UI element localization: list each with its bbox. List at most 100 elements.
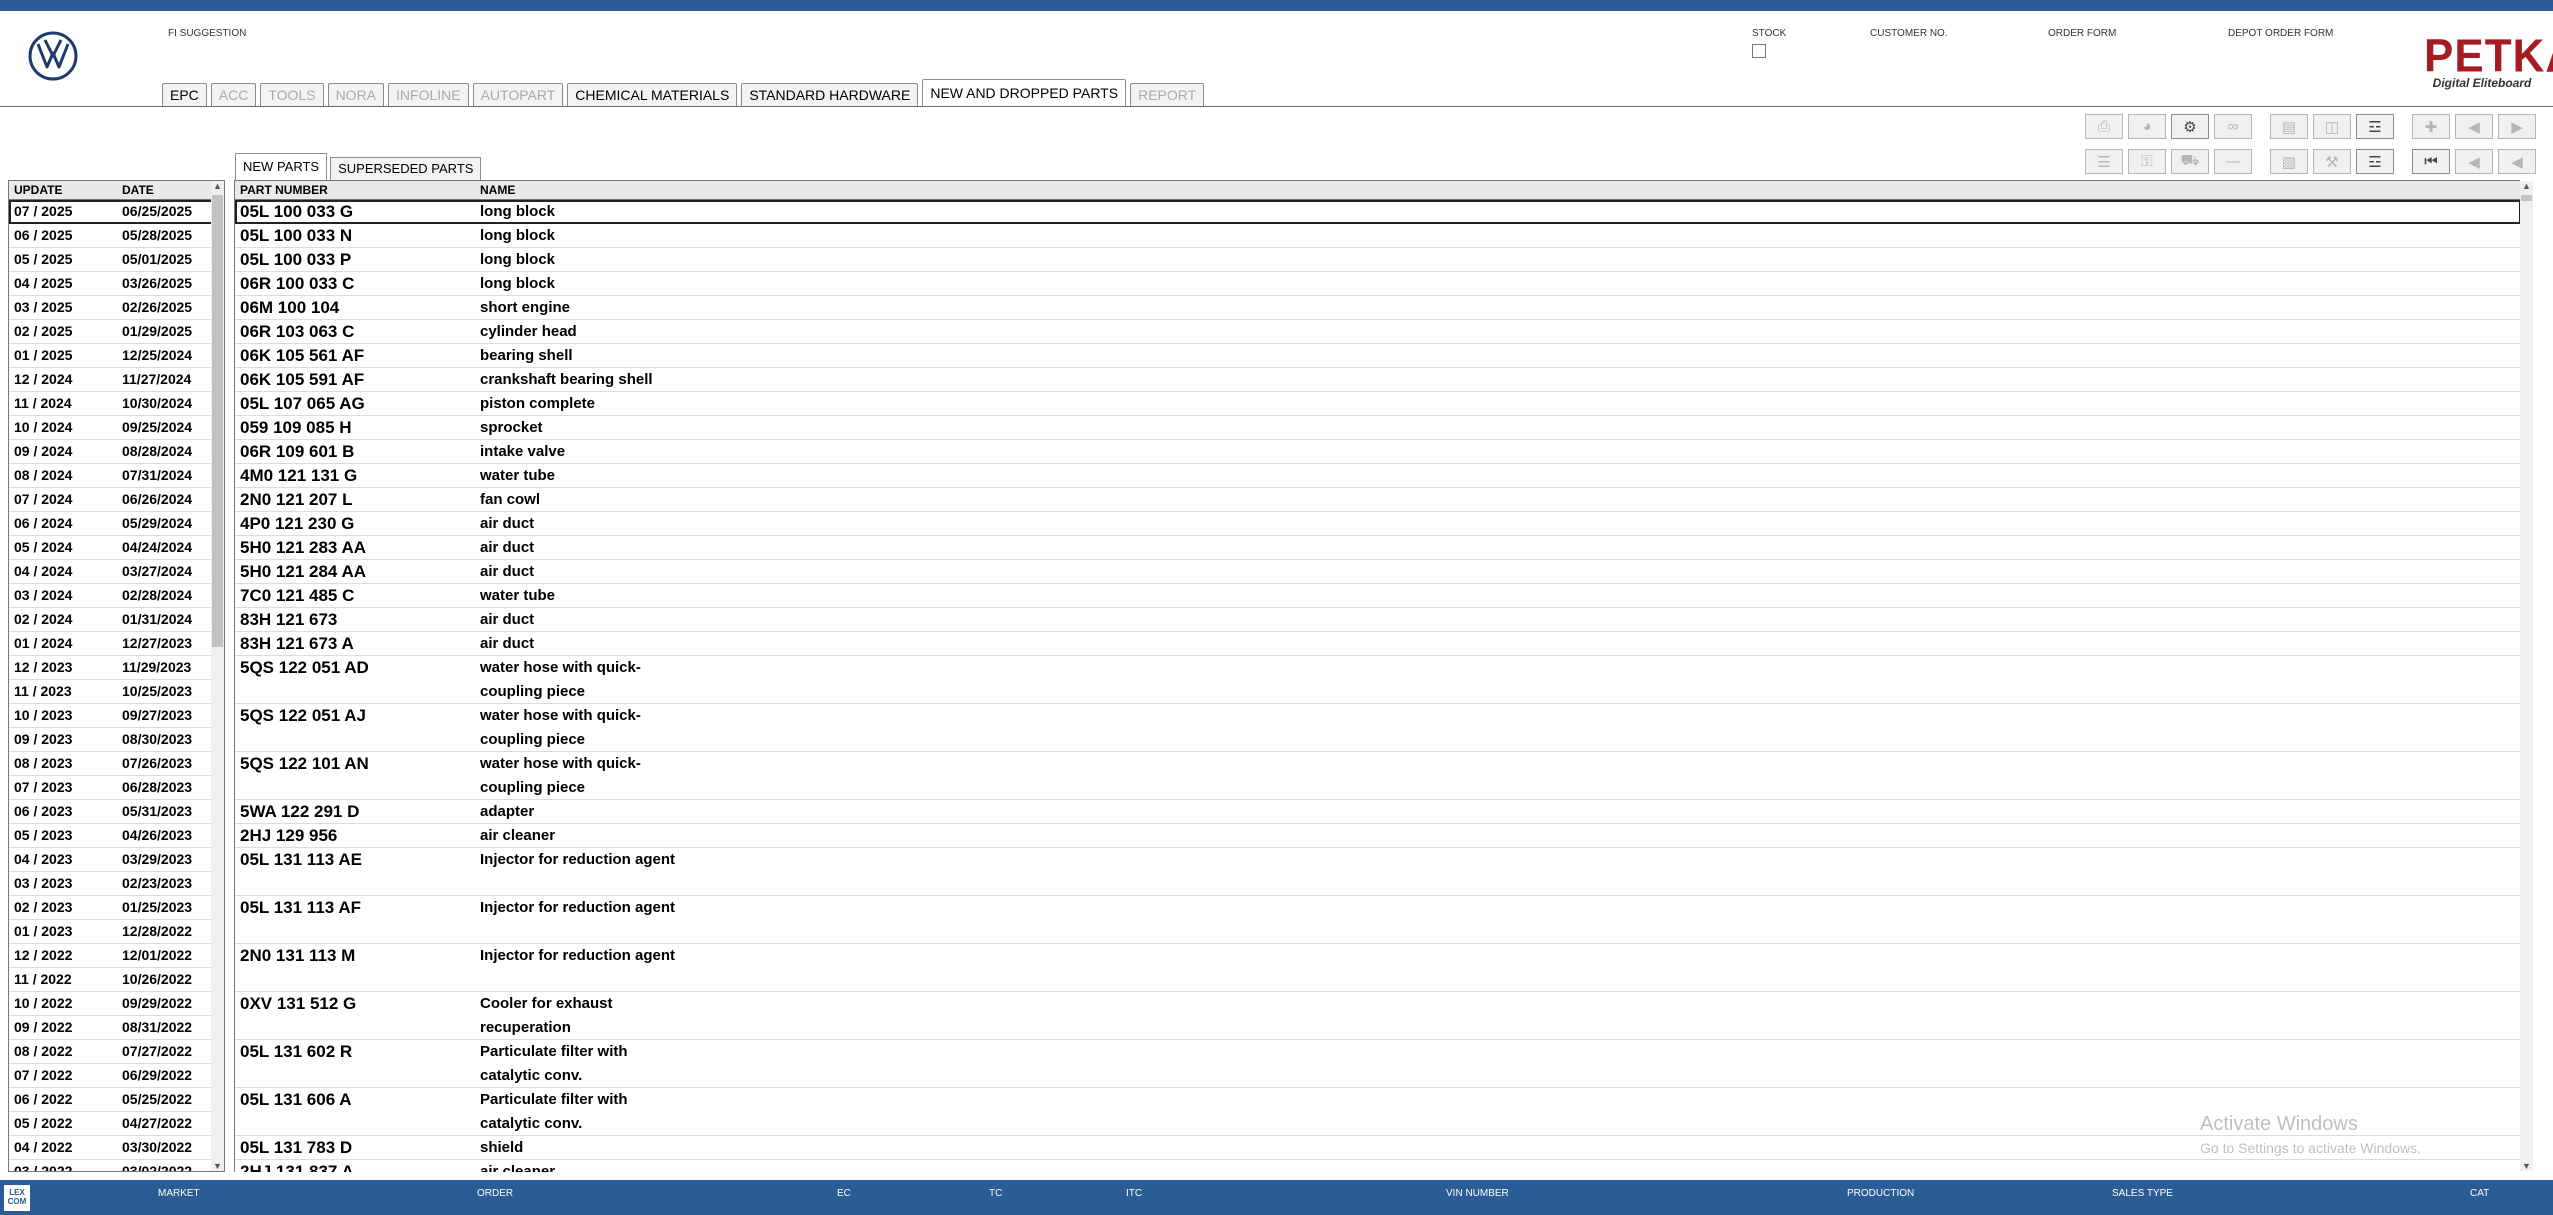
part-row[interactable]: 05L 100 033 P long block <box>235 248 2520 272</box>
previous-icon[interactable]: ◀ <box>2498 149 2536 174</box>
update-row[interactable]: 03 / 2024 02/28/2024 <box>9 584 224 608</box>
part-row[interactable]: 05L 131 113 AF Injector for reduction age… <box>235 896 2520 944</box>
part-row[interactable]: 5H0 121 284 AA air duct <box>235 560 2520 584</box>
part-row[interactable]: 2N0 131 113 M Injector for reduction agen… <box>235 944 2520 992</box>
cart-icon[interactable]: ☲ <box>2356 114 2394 139</box>
update-row[interactable]: 04 / 2023 03/29/2023 <box>9 848 224 872</box>
part-row[interactable]: 2N0 121 207 L fan cowl <box>235 488 2520 512</box>
tab-standard-hardware[interactable]: STANDARD HARDWARE <box>741 83 919 107</box>
tab-new-and-dropped-parts[interactable]: NEW AND DROPPED PARTS <box>922 79 1127 107</box>
helmet-icon[interactable]: ◕ <box>2128 114 2166 139</box>
part-row[interactable]: 83H 121 673 air duct <box>235 608 2520 632</box>
print-icon[interactable]: ⎙ <box>2085 114 2123 139</box>
cart-add-icon[interactable]: ☲ <box>2356 149 2394 174</box>
order-form-label[interactable]: ORDER FORM <box>2048 28 2116 39</box>
update-row[interactable]: 06 / 2025 05/28/2025 <box>9 224 224 248</box>
update-row[interactable]: 12 / 2023 11/29/2023 <box>9 656 224 680</box>
part-row[interactable]: 4P0 121 230 G air duct <box>235 512 2520 536</box>
car-tool-icon[interactable]: ⚙ <box>2171 114 2209 139</box>
update-row[interactable]: 11 / 2024 10/30/2024 <box>9 392 224 416</box>
parts-table-scroll-thumb[interactable] <box>2521 195 2532 201</box>
reader-icon[interactable]: ▧ <box>2270 149 2308 174</box>
tab-epc[interactable]: EPC <box>162 83 207 107</box>
fi-suggestion-label[interactable]: FI SUGGESTION <box>168 28 246 39</box>
glasses-icon[interactable]: ∞ <box>2214 114 2252 139</box>
car-icon[interactable]: ⛟ <box>2171 149 2209 174</box>
update-row[interactable]: 10 / 2022 09/29/2022 <box>9 992 224 1016</box>
update-row[interactable]: 02 / 2023 01/25/2023 <box>9 896 224 920</box>
update-row[interactable]: 03 / 2022 03/02/2022 <box>9 1160 224 1171</box>
part-row[interactable]: 059 109 085 H sprocket <box>235 416 2520 440</box>
part-row[interactable]: 05L 107 065 AG piston complete <box>235 392 2520 416</box>
part-row[interactable]: 5QS 122 051 AJ water hose with quick-coup… <box>235 704 2520 752</box>
update-row[interactable]: 05 / 2023 04/26/2023 <box>9 824 224 848</box>
tab-nora[interactable]: NORA <box>327 83 385 107</box>
part-row[interactable]: 83H 121 673 A air duct <box>235 632 2520 656</box>
update-row[interactable]: 08 / 2024 07/31/2024 <box>9 464 224 488</box>
scroll-up-icon[interactable]: ▲ <box>211 181 224 191</box>
date-column-header[interactable]: DATE <box>117 181 212 199</box>
part-row[interactable]: 06R 103 063 C cylinder head <box>235 320 2520 344</box>
pin-icon[interactable]: ✚ <box>2412 114 2450 139</box>
part-number-column-header[interactable]: PART NUMBER <box>235 181 475 199</box>
minus-icon[interactable]: — <box>2214 149 2252 174</box>
update-row[interactable]: 06 / 2024 05/29/2024 <box>9 512 224 536</box>
update-row[interactable]: 07 / 2023 06/28/2023 <box>9 776 224 800</box>
update-row[interactable]: 08 / 2022 07/27/2022 <box>9 1040 224 1064</box>
update-row[interactable]: 08 / 2023 07/26/2023 <box>9 752 224 776</box>
update-row[interactable]: 02 / 2025 01/29/2025 <box>9 320 224 344</box>
tab-chemical-materials[interactable]: CHEMICAL MATERIALS <box>567 83 738 107</box>
update-row[interactable]: 02 / 2024 01/31/2024 <box>9 608 224 632</box>
scroll-up-icon[interactable]: ▲ <box>2520 181 2533 191</box>
update-row[interactable]: 04 / 2024 03/27/2024 <box>9 560 224 584</box>
tab-acc[interactable]: ACC <box>210 83 257 107</box>
first-page-icon[interactable]: ⏮ <box>2412 149 2450 174</box>
update-row[interactable]: 06 / 2022 05/25/2022 <box>9 1088 224 1112</box>
tab-tools[interactable]: TOOLS <box>260 83 324 107</box>
part-row[interactable]: 06R 109 601 B intake valve <box>235 440 2520 464</box>
part-row[interactable]: 05L 131 783 D shield <box>235 1136 2520 1160</box>
update-row[interactable]: 09 / 2023 08/30/2023 <box>9 728 224 752</box>
scroll-down-icon[interactable]: ▼ <box>2520 1161 2533 1171</box>
key-icon[interactable]: ⚿ <box>2128 149 2166 174</box>
tab-autopart[interactable]: AUTOPART <box>472 83 564 107</box>
part-row[interactable]: 5WA 122 291 D adapter <box>235 800 2520 824</box>
list-icon[interactable]: ☰ <box>2085 149 2123 174</box>
update-row[interactable]: 01 / 2025 12/25/2024 <box>9 344 224 368</box>
update-row[interactable]: 06 / 2023 05/31/2023 <box>9 800 224 824</box>
previous-page-icon[interactable]: ◀ <box>2455 149 2493 174</box>
tab-report[interactable]: REPORT <box>1130 83 1205 107</box>
update-row[interactable]: 10 / 2024 09/25/2024 <box>9 416 224 440</box>
update-row[interactable]: 05 / 2025 05/01/2025 <box>9 248 224 272</box>
document-copy-icon[interactable]: ◫ <box>2313 114 2351 139</box>
tab-superseded-parts[interactable]: SUPERSEDED PARTS <box>330 157 482 180</box>
arrow-left-icon[interactable]: ◀ <box>2455 114 2493 139</box>
part-row[interactable]: 05L 131 113 AE Injector for reduction age… <box>235 848 2520 896</box>
depot-order-form-label[interactable]: DEPOT ORDER FORM <box>2228 28 2333 39</box>
part-row[interactable]: 2HJ 129 956 air cleaner <box>235 824 2520 848</box>
update-row[interactable]: 04 / 2022 03/30/2022 <box>9 1136 224 1160</box>
update-row[interactable]: 03 / 2023 02/23/2023 <box>9 872 224 896</box>
tab-new-parts[interactable]: NEW PARTS <box>235 153 328 180</box>
update-row[interactable]: 07 / 2025 06/25/2025 <box>9 200 224 224</box>
update-row[interactable]: 09 / 2022 08/31/2022 <box>9 1016 224 1040</box>
update-row[interactable]: 05 / 2022 04/27/2022 <box>9 1112 224 1136</box>
update-row[interactable]: 12 / 2024 11/27/2024 <box>9 368 224 392</box>
wrench-doc-icon[interactable]: ⚒ <box>2313 149 2351 174</box>
update-row[interactable]: 07 / 2022 06/29/2022 <box>9 1064 224 1088</box>
update-row[interactable]: 01 / 2023 12/28/2022 <box>9 920 224 944</box>
part-row[interactable]: 05L 100 033 G long block <box>235 200 2520 224</box>
update-row[interactable]: 11 / 2023 10/25/2023 <box>9 680 224 704</box>
arrow-right-icon[interactable]: ▶ <box>2498 114 2536 139</box>
part-row[interactable]: 06K 105 561 AF bearing shell <box>235 344 2520 368</box>
part-row[interactable]: 06R 100 033 C long block <box>235 272 2520 296</box>
part-row[interactable]: 5H0 121 283 AA air duct <box>235 536 2520 560</box>
stock-checkbox[interactable] <box>1752 44 1766 58</box>
document-icon[interactable]: ▤ <box>2270 114 2308 139</box>
part-row[interactable]: 05L 100 033 N long block <box>235 224 2520 248</box>
part-row[interactable]: 4M0 121 131 G water tube <box>235 464 2520 488</box>
update-table-scrollbar[interactable]: ▲ ▼ <box>211 181 224 1171</box>
parts-table-scrollbar[interactable]: ▲ ▼ <box>2520 181 2533 1171</box>
part-row[interactable]: 05L 131 602 R Particulate filter with cat… <box>235 1040 2520 1088</box>
update-column-header[interactable]: UPDATE <box>9 181 117 199</box>
